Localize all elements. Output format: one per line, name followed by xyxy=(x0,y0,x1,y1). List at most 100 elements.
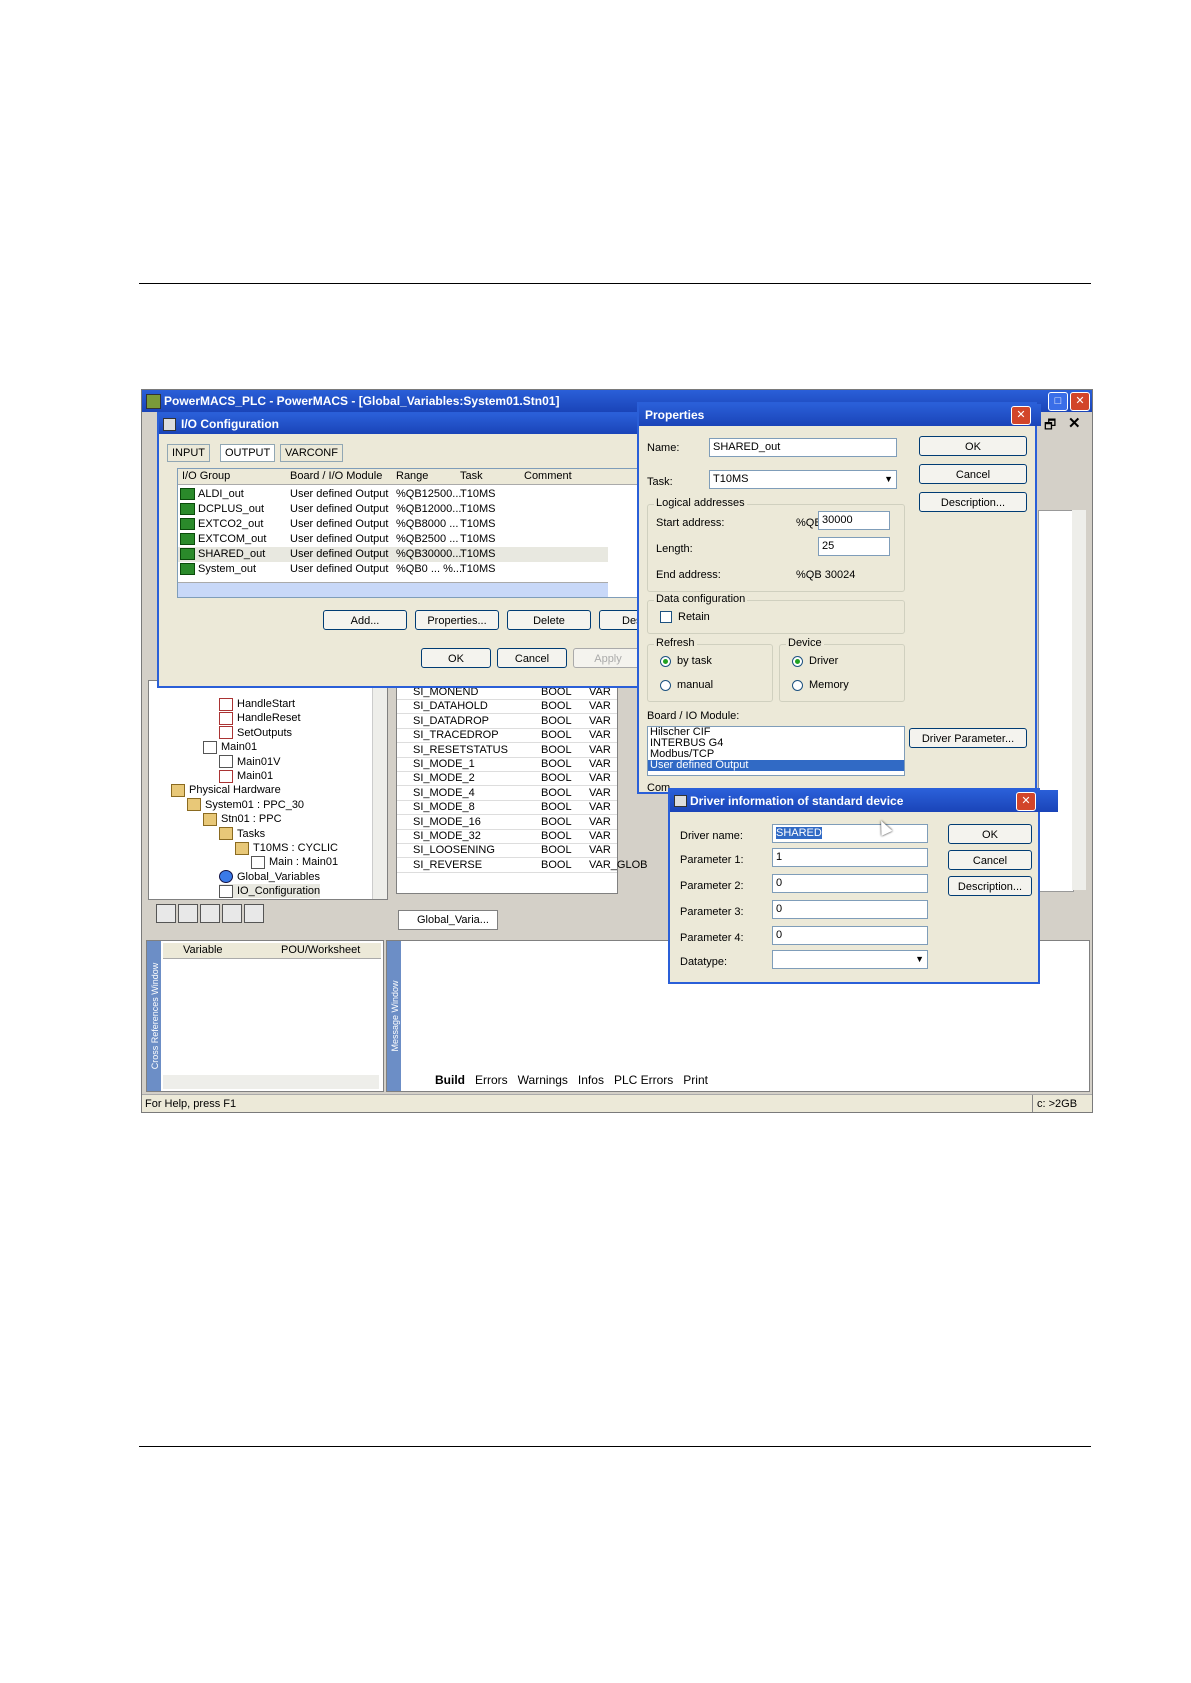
variable-row[interactable]: SI_LOOSENING BOOL VAR xyxy=(397,843,617,859)
io-row[interactable]: SHARED_out User defined Output %QB30000...… xyxy=(178,547,608,562)
properties-cancel-button[interactable]: Cancel xyxy=(919,464,1027,484)
variable-row[interactable]: SI_MODE_16 BOOL VAR xyxy=(397,815,617,830)
tree-item[interactable]: System01 : PPC_30 xyxy=(187,798,304,812)
datatype-select[interactable]: ▼ xyxy=(772,950,928,969)
tree-item[interactable]: HandleReset xyxy=(219,711,301,725)
right-scrollbar[interactable] xyxy=(1072,510,1086,890)
io-tab-output[interactable]: OUTPUT xyxy=(220,444,276,462)
tree-tab-book-icon[interactable] xyxy=(200,904,220,923)
board-list[interactable]: Hilscher CIF INTERBUS G4 Modbus/TCP User de… xyxy=(647,726,905,776)
col-variable[interactable]: Variable xyxy=(183,943,223,958)
message-tab-errors[interactable]: Errors xyxy=(475,1073,508,1087)
io-col-1[interactable]: Board / I/O Module xyxy=(290,469,382,484)
io-row[interactable]: EXTCO2_out User defined Output %QB8000 ...… xyxy=(178,517,608,532)
cross-ref-side-label: Cross References Window xyxy=(150,962,160,1070)
io-row[interactable]: System_out User defined Output %QB0 ... %.… xyxy=(178,562,608,577)
refresh-manual-radio[interactable]: manual xyxy=(660,679,713,691)
driver-name-field[interactable]: SHARED xyxy=(772,824,928,843)
tree-item[interactable]: IO_Configuration xyxy=(219,884,321,899)
name-field[interactable]: SHARED_out xyxy=(709,438,897,457)
board-list-item[interactable]: User defined Output xyxy=(648,760,904,771)
device-driver-radio[interactable]: Driver xyxy=(792,655,838,667)
io-row[interactable]: ALDI_out User defined Output %QB12500... T1… xyxy=(178,487,608,502)
driver-parameter-button[interactable]: Driver Parameter... xyxy=(909,728,1027,748)
tree-item[interactable]: HandleStart xyxy=(219,697,295,711)
variable-row[interactable]: SI_MODE_2 BOOL VAR xyxy=(397,771,617,787)
task-select[interactable]: T10MS ▼ xyxy=(709,470,897,489)
tree-item[interactable]: Main01 xyxy=(219,769,273,783)
p1-field[interactable]: 1 xyxy=(772,848,928,867)
add-button[interactable]: Add... xyxy=(323,610,407,630)
tree-item[interactable]: Stn01 : PPC xyxy=(203,812,282,826)
properties-description-button[interactable]: Description... xyxy=(919,492,1027,512)
io-row[interactable]: DCPLUS_out User defined Output %QB12000...… xyxy=(178,502,608,517)
tree-tab-instance-icon[interactable] xyxy=(244,904,264,923)
variable-row[interactable]: SI_DATADROP BOOL VAR xyxy=(397,714,617,729)
message-tab-infos[interactable]: Infos xyxy=(578,1073,604,1087)
variable-row[interactable]: SI_MODE_1 BOOL VAR xyxy=(397,757,617,772)
tree-item[interactable]: Tasks xyxy=(219,827,265,841)
close-child-icon[interactable]: ✕ xyxy=(1068,414,1081,432)
io-cancel-button[interactable]: Cancel xyxy=(497,648,567,668)
p4-field[interactable]: 0 xyxy=(772,926,928,945)
driver-description-button[interactable]: Description... xyxy=(948,876,1032,896)
delete-button[interactable]: Delete xyxy=(507,610,591,630)
properties-button[interactable]: Properties... xyxy=(415,610,499,630)
io-col-4[interactable]: Comment xyxy=(524,469,572,484)
io-tab-input[interactable]: INPUT xyxy=(167,444,210,462)
io-row[interactable]: EXTCOM_out User defined Output %QB2500 ...… xyxy=(178,532,608,547)
cross-ref-hscroll[interactable] xyxy=(163,1075,379,1089)
tree-tab-library-icon[interactable] xyxy=(178,904,198,923)
driver-close-button[interactable]: ✕ xyxy=(1016,792,1036,811)
restore-icon[interactable]: 🗗 xyxy=(1044,416,1056,438)
tree-tab-project-icon[interactable] xyxy=(156,904,176,923)
tree-item[interactable]: Main01V xyxy=(219,755,280,769)
message-tab-build[interactable]: Build xyxy=(435,1073,465,1087)
variable-row[interactable]: SI_REVERSE BOOL VAR_GLOB xyxy=(397,858,648,873)
tree-tab-help-icon[interactable] xyxy=(222,904,242,923)
tree-item[interactable]: SetOutputs xyxy=(219,726,292,740)
io-ok-button[interactable]: OK xyxy=(421,648,491,668)
retain-checkbox[interactable]: Retain xyxy=(660,611,710,624)
io-col-3[interactable]: Task xyxy=(460,469,483,484)
tree-item[interactable]: Physical Hardware xyxy=(171,783,281,797)
col-pou[interactable]: POU/Worksheet xyxy=(281,943,360,958)
app-icon xyxy=(146,394,161,409)
io-col-2[interactable]: Range xyxy=(396,469,428,484)
message-tab-warnings[interactable]: Warnings xyxy=(518,1073,568,1087)
variable-row[interactable]: SI_TRACEDROP BOOL VAR xyxy=(397,728,617,744)
length-field[interactable]: 25 xyxy=(818,537,890,556)
worksheet-tab[interactable]: Global_Varia... xyxy=(398,910,498,930)
io-apply-button[interactable]: Apply xyxy=(573,648,643,668)
variable-kind: VAR xyxy=(589,700,611,713)
p2-field[interactable]: 0 xyxy=(772,874,928,893)
device-memory-radio[interactable]: Memory xyxy=(792,679,849,691)
chevron-down-icon: ▼ xyxy=(915,954,924,964)
tree-item[interactable]: Main : Main01 xyxy=(251,855,338,869)
tree-item[interactable]: Global_Variables xyxy=(219,870,320,884)
refresh-by-task-radio[interactable]: by task xyxy=(660,655,712,667)
variable-row[interactable]: SI_MODE_4 BOOL VAR xyxy=(397,786,617,801)
variable-kind: VAR xyxy=(589,815,611,828)
driver-cancel-button[interactable]: Cancel xyxy=(948,850,1032,870)
io-hscroll[interactable] xyxy=(178,582,608,597)
variable-row[interactable]: SI_RESETSTATUS BOOL VAR xyxy=(397,743,617,758)
folder-icon xyxy=(235,841,249,855)
io-col-0[interactable]: I/O Group xyxy=(182,469,230,484)
tree-item[interactable]: T10MS : CYCLIC xyxy=(235,841,338,855)
tree-scrollbar[interactable] xyxy=(372,681,387,899)
maximize-button[interactable]: □ xyxy=(1048,392,1068,411)
variable-row[interactable]: SI_DATAHOLD BOOL VAR xyxy=(397,699,617,715)
io-tab-varconf[interactable]: VARCONF xyxy=(280,444,343,462)
p3-field[interactable]: 0 xyxy=(772,900,928,919)
tree-item[interactable]: Main01 xyxy=(203,740,257,754)
close-button[interactable]: ✕ xyxy=(1070,392,1090,411)
properties-close-button[interactable]: ✕ xyxy=(1011,406,1031,425)
start-address-field[interactable]: 30000 xyxy=(818,511,890,530)
driver-ok-button[interactable]: OK xyxy=(948,824,1032,844)
variable-row[interactable]: SI_MODE_32 BOOL VAR xyxy=(397,829,617,844)
message-tab-print[interactable]: Print xyxy=(683,1073,708,1087)
properties-ok-button[interactable]: OK xyxy=(919,436,1027,456)
message-tab-plc-errors[interactable]: PLC Errors xyxy=(614,1073,673,1087)
variable-row[interactable]: SI_MODE_8 BOOL VAR xyxy=(397,800,617,816)
